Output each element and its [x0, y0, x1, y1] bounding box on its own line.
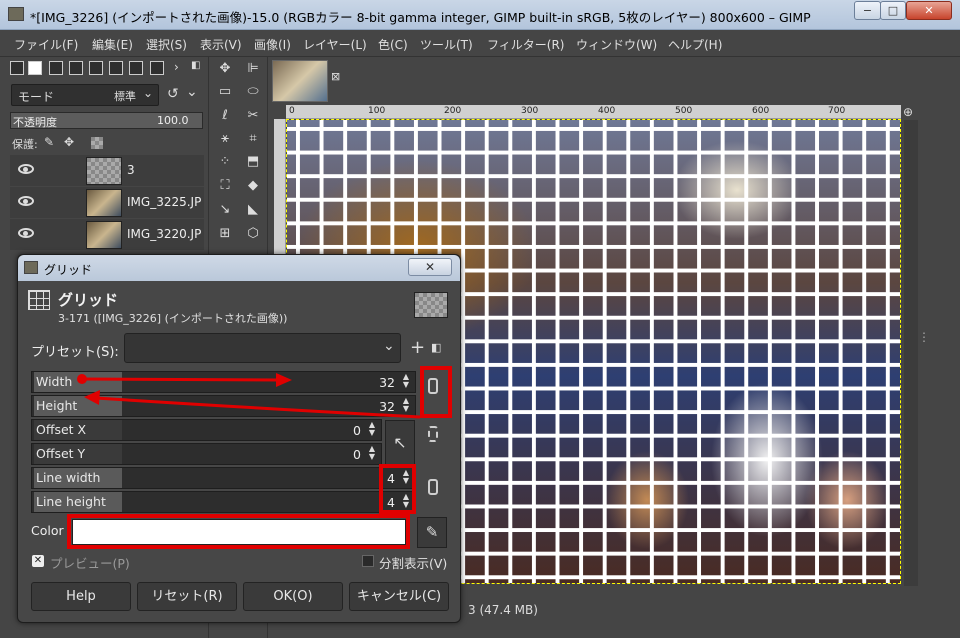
annotation-arrow-height — [95, 396, 421, 419]
annotation-arrow-dot — [77, 374, 87, 384]
annotation-arrows — [77, 373, 421, 419]
annotation-arrow-width — [81, 377, 279, 382]
annotation-arrowhead — [276, 373, 292, 387]
annotation-arrowhead — [84, 390, 100, 405]
